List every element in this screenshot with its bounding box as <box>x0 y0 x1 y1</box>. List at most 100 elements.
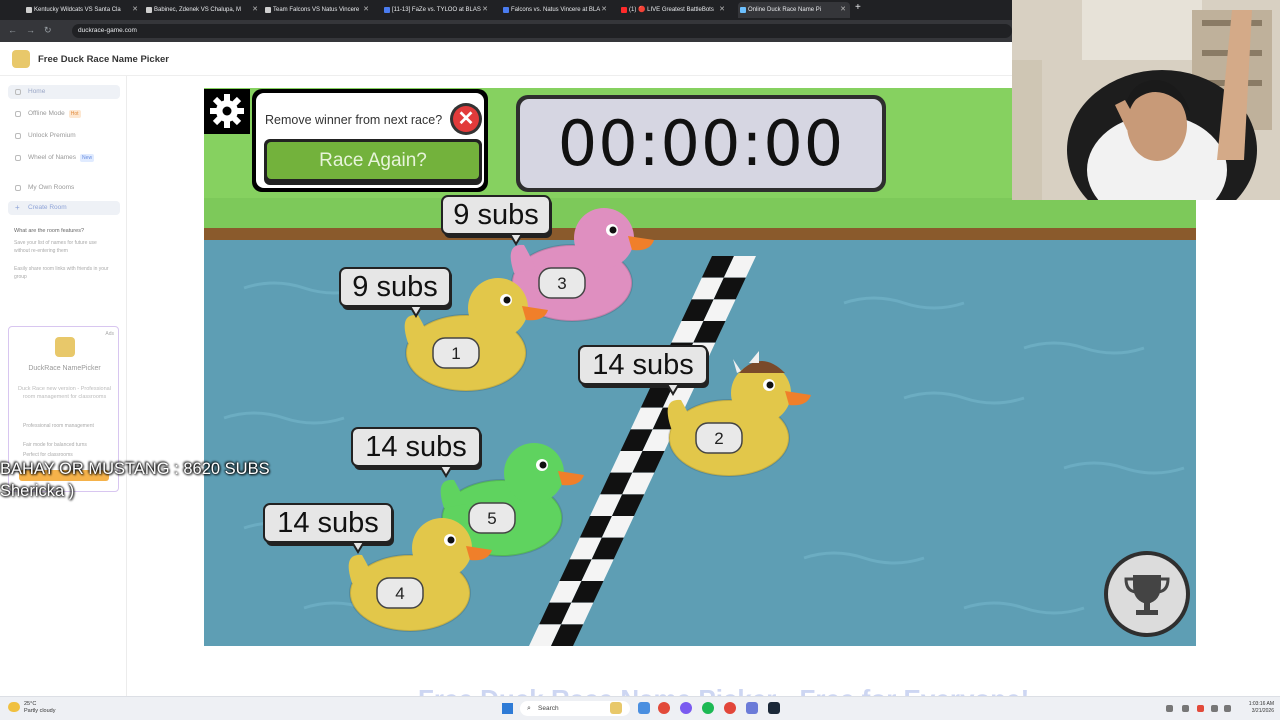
close-icon[interactable]: ✕ <box>719 2 725 18</box>
tab-favicon-icon <box>740 7 746 13</box>
site-header: Free Duck Race Name Picker <box>0 42 1012 76</box>
duck-number: 2 <box>714 429 723 448</box>
duck-label: 14 subs <box>365 431 467 463</box>
remove-winner-panel: Remove winner from next race? ✕ Race Aga… <box>252 89 488 192</box>
new-badge: New <box>80 154 95 162</box>
search-placeholder: Search <box>538 705 559 712</box>
weather-widget[interactable]: 25°C Partly cloudy <box>8 701 56 715</box>
unlock-icon <box>15 133 21 139</box>
site-title[interactable]: Free Duck Race Name Picker <box>38 54 169 65</box>
duck-number: 3 <box>557 274 566 293</box>
sidebar-item-label: Offline Mode <box>28 110 65 117</box>
duck-logo-icon[interactable] <box>12 50 30 68</box>
volume-icon[interactable] <box>1224 705 1231 712</box>
tray-app-icon[interactable] <box>1182 705 1189 712</box>
taskbar-app-icon[interactable] <box>680 702 692 714</box>
chrome-icon[interactable] <box>658 702 670 714</box>
reload-icon[interactable]: ↻ <box>44 25 52 36</box>
stream-overlay-text: BAHAY OR MUSTANG : 8620 SUBS Shericka ) <box>0 458 270 502</box>
webcam-overlay <box>1012 0 1280 200</box>
back-icon[interactable]: ← <box>8 25 17 35</box>
clock-time: 1:03:16 AM <box>1248 701 1274 707</box>
dirt-edge <box>204 228 1196 240</box>
settings-button[interactable] <box>204 89 250 134</box>
remove-winner-label: Remove winner from next race? <box>265 113 443 127</box>
sidebar-item-my-own-rooms[interactable]: My Own Rooms <box>8 181 120 195</box>
tab-favicon-icon <box>621 7 627 13</box>
spotify-icon[interactable] <box>702 702 714 714</box>
tab-favicon-icon <box>146 7 152 13</box>
duck-number: 4 <box>395 584 404 603</box>
taskbar-app-icon[interactable] <box>724 702 736 714</box>
tray-app-icon[interactable] <box>1197 705 1204 712</box>
duck-label: 9 subs <box>352 271 437 303</box>
windows-taskbar: 25°C Partly cloudy ⌕ Search 1:03:16 AM 3/… <box>0 696 1280 720</box>
duck-head <box>574 208 634 268</box>
wifi-icon[interactable] <box>1211 705 1218 712</box>
taskbar-app-icon[interactable] <box>610 702 622 714</box>
duck-logo-icon <box>55 337 75 357</box>
tab-title: Kentucky Wildcats VS Santa Cla <box>34 7 121 13</box>
feature-item: Easily share room links with friends in … <box>14 266 109 280</box>
browser-tab[interactable]: [11-13] FaZe vs. TYLOO at BLAS ✕ <box>382 2 492 18</box>
sidebar-item-wheel-of-names[interactable]: Wheel of Names New <box>8 151 120 165</box>
taskbar-clock[interactable]: 1:03:16 AM 3/21/2026 <box>1236 701 1274 715</box>
sidebar-item-label: Create Room <box>28 204 67 211</box>
tab-title: Team Falcons VS Natus Vincere <box>273 7 360 13</box>
close-icon[interactable]: ✕ <box>132 2 138 18</box>
browser-tab[interactable]: Falcons vs. Natus Vincere at BLA ✕ <box>501 2 611 18</box>
race-again-label: Race Again? <box>267 142 479 179</box>
gear-icon <box>210 94 244 128</box>
sidebar-item-offline-mode[interactable]: Offline Mode Hot <box>8 107 120 121</box>
start-button-icon[interactable] <box>502 703 513 714</box>
close-icon: ✕ <box>453 106 479 132</box>
tray-chevron-icon[interactable] <box>1166 705 1173 712</box>
close-icon[interactable]: ✕ <box>252 2 258 18</box>
forward-icon[interactable]: → <box>26 25 35 35</box>
taskbar-app-icon[interactable] <box>638 702 650 714</box>
offline-icon <box>15 111 21 117</box>
duck-pupil <box>503 296 511 304</box>
sidebar: Home Offline Mode Hot Unlock Premium Whee… <box>0 76 127 696</box>
new-tab-icon[interactable]: + <box>855 2 861 13</box>
browser-tab-active[interactable]: Online Duck Race Name Pi ✕ <box>738 2 850 18</box>
browser-tab[interactable]: (1) 🔴 LIVE Greatest BattleBots ✕ <box>619 2 729 18</box>
hot-badge: Hot <box>68 110 81 118</box>
steam-icon[interactable] <box>768 702 780 714</box>
sidebar-item-label: Unlock Premium <box>28 132 76 139</box>
browser-tab[interactable]: Kentucky Wildcats VS Santa Cla ✕ <box>24 2 142 18</box>
race-again-button[interactable]: Race Again? <box>264 139 482 185</box>
streamer-webcam-image <box>1012 0 1280 200</box>
search-icon: ⌕ <box>527 705 531 712</box>
duck-label: 14 subs <box>592 349 694 381</box>
close-icon[interactable]: ✕ <box>363 2 369 18</box>
sidebar-item-home[interactable]: Home <box>8 85 120 99</box>
rooms-icon <box>15 185 21 191</box>
clock-date: 3/21/2026 <box>1251 708 1274 714</box>
browser-tab[interactable]: Babinec, Zdenek VS Chalupa, M ✕ <box>144 2 262 18</box>
remove-winner-button[interactable]: ✕ <box>450 103 482 135</box>
tab-title: Falcons vs. Natus Vincere at BLA <box>511 7 601 13</box>
duck-head <box>504 443 564 503</box>
duck-pupil <box>766 381 774 389</box>
overlay-line-1: BAHAY OR MUSTANG : 8620 SUBS <box>0 460 270 478</box>
weather-icon <box>8 702 20 712</box>
timer-display: 00:00:00 <box>520 99 882 188</box>
taskbar-app-icon[interactable] <box>746 702 758 714</box>
browser-tab[interactable]: Team Falcons VS Natus Vincere ✕ <box>263 2 373 18</box>
tab-title: [11-13] FaZe vs. TYLOO at BLAS <box>392 7 481 13</box>
remove-winner-panel-inner: Remove winner from next race? ✕ Race Aga… <box>256 93 484 188</box>
sidebar-item-unlock-premium[interactable]: Unlock Premium <box>8 129 120 143</box>
tab-favicon-icon <box>26 7 32 13</box>
leaderboard-button[interactable] <box>1104 551 1190 637</box>
url-field[interactable]: duckrace-game.com <box>72 24 1012 38</box>
close-icon[interactable]: ✕ <box>840 2 846 18</box>
ad-description: Duck Race new version - Professional roo… <box>18 386 111 400</box>
close-icon[interactable]: ✕ <box>601 2 607 18</box>
tab-favicon-icon <box>384 7 390 13</box>
close-icon[interactable]: ✕ <box>482 2 488 18</box>
url-text: duckrace-game.com <box>78 27 137 34</box>
sidebar-item-create-room[interactable]: + Create Room <box>8 201 120 215</box>
trophy-icon <box>1124 575 1170 615</box>
ad-tag: Ads <box>105 331 114 337</box>
